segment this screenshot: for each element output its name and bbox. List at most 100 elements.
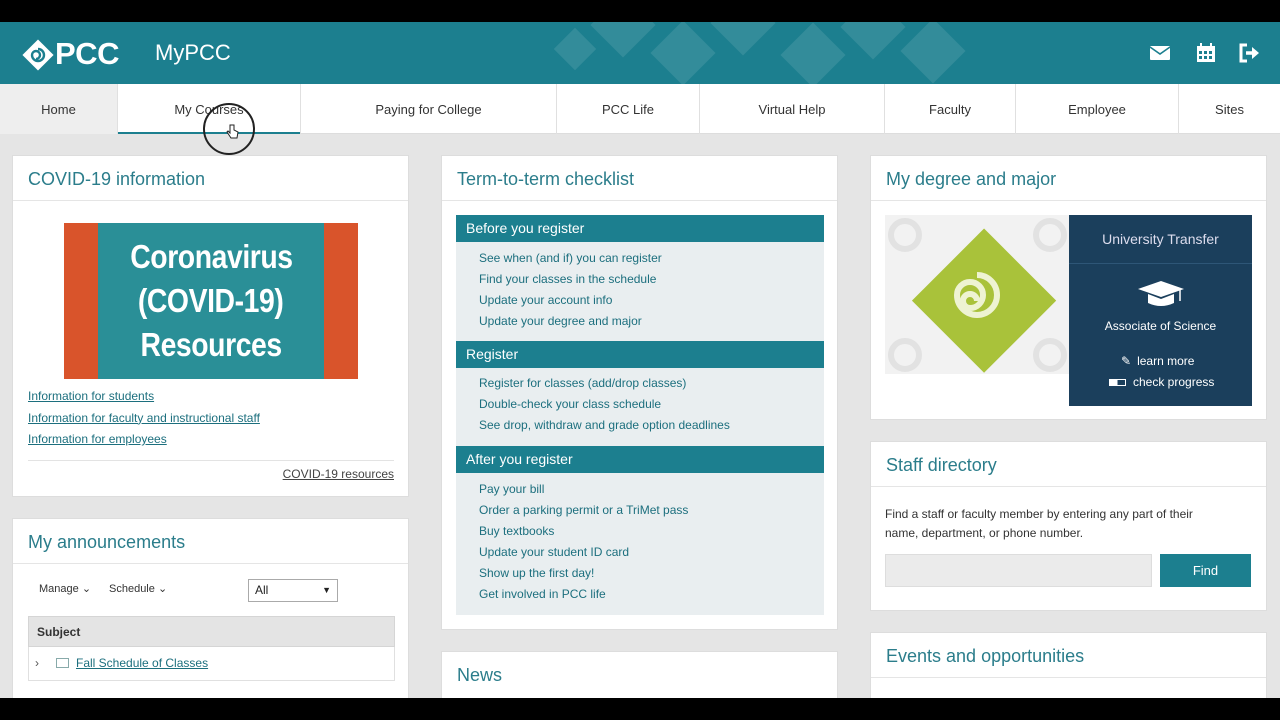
checklist-item[interactable]: Find your classes in the schedule: [456, 269, 824, 290]
hand-cursor-icon: [226, 124, 240, 145]
tab-paying-for-college[interactable]: Paying for College: [301, 84, 557, 134]
tab-home-label: Home: [41, 101, 76, 117]
checklist-item[interactable]: Update your account info: [456, 290, 824, 311]
degree-title: My degree and major: [886, 169, 1057, 189]
covid-link-faculty[interactable]: Information for faculty and instructiona…: [28, 408, 260, 430]
covid-banner-inner: Coronavirus (COVID-19) Resources: [98, 223, 324, 379]
tab-virtual-help-label: Virtual Help: [758, 101, 826, 117]
tab-sites-label: Sites: [1215, 101, 1244, 117]
covid-link-students[interactable]: Information for students: [28, 386, 260, 408]
chevron-down-icon: ⌄: [81, 583, 92, 595]
tab-pcc-life[interactable]: PCC Life: [557, 84, 700, 134]
covid-panel-title: COVID-19 information: [28, 169, 206, 189]
tab-employee[interactable]: Employee: [1016, 84, 1179, 134]
main-nav: Home My Courses Paying for College PCC L…: [0, 84, 1280, 134]
checklist-section-before: See when (and if) you can register Find …: [456, 242, 824, 341]
expand-chevron-icon[interactable]: ›: [35, 656, 39, 670]
calendar-icon[interactable]: [1195, 42, 1219, 64]
brand-name: PCC: [55, 36, 119, 71]
select-arrow-icon: ▼: [322, 585, 331, 595]
tab-virtual-help[interactable]: Virtual Help: [700, 84, 885, 134]
pcc-logo-icon: [22, 39, 54, 71]
covid-banner-line-2: (COVID-19): [138, 282, 284, 319]
events-divider: [871, 677, 1266, 678]
checklist-panel: Term-to-term checklist Before you regist…: [441, 155, 838, 630]
checklist-section-header: Before you register: [456, 215, 824, 242]
check-progress-label: check progress: [1133, 375, 1215, 389]
mail-icon[interactable]: [1149, 42, 1173, 64]
learn-more-link[interactable]: ✎ learn more: [1121, 354, 1194, 368]
find-button[interactable]: Find: [1160, 554, 1251, 587]
announcement-subject-link[interactable]: Fall Schedule of Classes: [76, 656, 208, 670]
degree-program: University Transfer: [1102, 231, 1219, 247]
check-progress-link[interactable]: check progress: [1109, 375, 1214, 389]
covid-banner-line-1: Coronavirus: [129, 238, 293, 275]
checklist-item[interactable]: Show up the first day!: [456, 563, 824, 584]
covid-resources-link[interactable]: COVID-19 resources: [283, 467, 394, 481]
events-panel: Events and opportunities: [870, 632, 1267, 698]
checklist-item[interactable]: Update your student ID card: [456, 542, 824, 563]
chevron-down-icon: ⌄: [157, 583, 168, 595]
checklist-item[interactable]: Double-check your class schedule: [456, 394, 824, 415]
schedule-label: Schedule: [109, 583, 155, 595]
announcement-filter-select[interactable]: All ▼: [248, 579, 338, 602]
news-title: News: [457, 665, 503, 685]
covid-links-divider: [28, 460, 394, 461]
subject-column-header: Subject: [37, 625, 81, 639]
pcc-logo[interactable]: PCC: [22, 36, 119, 72]
tab-faculty[interactable]: Faculty: [885, 84, 1016, 134]
covid-banner-line-3: Resources: [140, 326, 282, 363]
degree-image: [885, 215, 1069, 374]
checklist-divider: [442, 200, 837, 201]
app-title: MyPCC: [155, 40, 231, 65]
announcements-title: My announcements: [28, 532, 186, 552]
tab-employee-label: Employee: [1068, 101, 1126, 117]
tab-pcc-life-label: PCC Life: [601, 101, 655, 117]
page-frame: PCC MyPCC Home My Courses Paying for Col…: [0, 22, 1280, 698]
degree-name: Associate of Science: [1104, 319, 1217, 333]
table-row[interactable]: › Fall Schedule of Classes: [28, 647, 395, 681]
checklist-section-header: After you register: [456, 446, 824, 473]
covid-link-employees[interactable]: Information for employees: [28, 429, 260, 451]
staff-directory-title: Staff directory: [886, 455, 997, 475]
degree-divider: [871, 200, 1266, 201]
checklist-item[interactable]: Register for classes (add/drop classes): [456, 373, 824, 394]
graduation-cap-icon: [1136, 279, 1186, 316]
progress-bar-icon: [1109, 378, 1126, 386]
checklist-item[interactable]: Pay your bill: [456, 479, 824, 500]
staff-directory-description: Find a staff or faculty member by enteri…: [885, 507, 1193, 540]
degree-panel: My degree and major University Transfer …: [870, 155, 1267, 420]
degree-box-divider: [1069, 263, 1252, 264]
staff-search-input[interactable]: [885, 554, 1152, 587]
tab-sites[interactable]: Sites: [1179, 84, 1280, 134]
schedule-dropdown[interactable]: Schedule ⌄: [109, 582, 167, 595]
news-panel: News: [441, 651, 838, 698]
announcements-divider: [13, 563, 408, 564]
envelope-icon: [56, 658, 69, 668]
checklist-section-after: Pay your bill Order a parking permit or …: [456, 473, 824, 615]
manage-label: Manage: [39, 583, 79, 595]
checklist-item[interactable]: Update your degree and major: [456, 311, 824, 332]
announcements-panel: My announcements Manage ⌄ Schedule ⌄ All…: [12, 518, 409, 698]
degree-info-box: University Transfer Associate of Science…: [1069, 215, 1252, 406]
checklist-item[interactable]: Order a parking permit or a TriMet pass: [456, 500, 824, 521]
pencil-icon: ✎: [1121, 354, 1132, 368]
staff-divider: [871, 486, 1266, 487]
checklist-section-header: Register: [456, 341, 824, 368]
checklist-item[interactable]: Buy textbooks: [456, 521, 824, 542]
checklist-title: Term-to-term checklist: [457, 169, 635, 189]
top-header: PCC MyPCC: [0, 22, 1280, 84]
announcements-table-header: Subject: [28, 616, 395, 647]
covid-panel: COVID-19 information Coronavirus (COVID-…: [12, 155, 409, 497]
checklist-section-register: Register for classes (add/drop classes) …: [456, 368, 824, 446]
checklist-item[interactable]: Get involved in PCC life: [456, 584, 824, 605]
tab-home[interactable]: Home: [0, 84, 118, 134]
checklist-item[interactable]: See when (and if) you can register: [456, 248, 824, 269]
manage-dropdown[interactable]: Manage ⌄: [39, 582, 91, 595]
covid-resources-banner[interactable]: Coronavirus (COVID-19) Resources: [64, 223, 358, 379]
learn-more-label: learn more: [1137, 354, 1195, 368]
filter-value: All: [255, 583, 269, 597]
sign-out-icon[interactable]: [1238, 42, 1262, 64]
checklist-item[interactable]: See drop, withdraw and grade option dead…: [456, 415, 824, 436]
tab-paying-label: Paying for College: [375, 101, 482, 117]
